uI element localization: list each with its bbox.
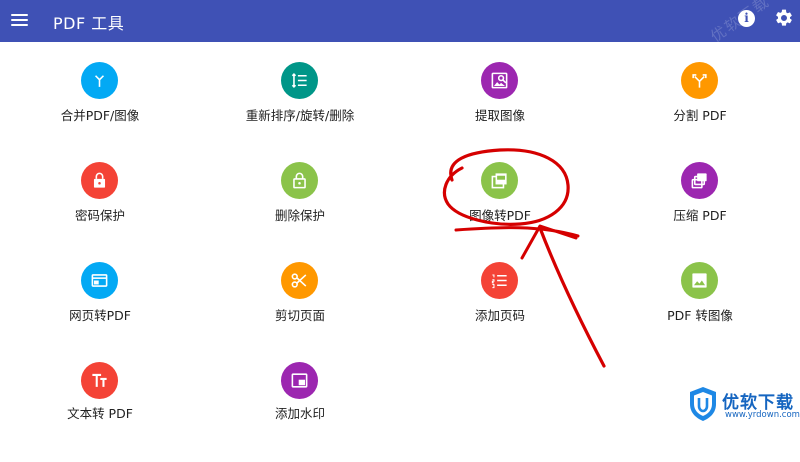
compress-icon (691, 173, 707, 189)
lock-icon (93, 172, 106, 188)
tool-label: 文本转 PDF (67, 406, 133, 421)
tool-label: PDF 转图像 (667, 308, 733, 323)
tool-icon-circle (281, 262, 318, 299)
tool-label: 图像转PDF (469, 208, 531, 223)
split-icon (692, 74, 707, 88)
web-page-icon (91, 274, 108, 287)
tool-reorder-rotate-delete[interactable]: 重新排序/旋转/删除 (200, 62, 400, 162)
scissors-icon (291, 273, 307, 288)
app-bar: PDF 工具 优软下载 i (0, 0, 800, 46)
tool-label: 合并PDF/图像 (60, 108, 140, 123)
tool-icon-circle (81, 162, 118, 199)
extract-image-icon (491, 72, 508, 89)
tool-compress-pdf[interactable]: 压缩 PDF (600, 162, 800, 262)
tool-icon-circle (681, 162, 718, 199)
reorder-icon (291, 73, 307, 88)
menu-icon[interactable] (10, 9, 30, 31)
unlock-icon (293, 172, 306, 189)
merge-icon (94, 75, 105, 87)
tool-icon-circle (281, 62, 318, 99)
tool-add-page-numbers[interactable]: 添加页码 (400, 262, 600, 362)
tool-pdf-to-image[interactable]: PDF 转图像 (600, 262, 800, 362)
tool-remove-protection[interactable]: 删除保护 (200, 162, 400, 262)
tool-web-to-pdf[interactable]: 网页转PDF (0, 262, 200, 362)
tool-label: 删除保护 (274, 208, 325, 223)
text-icon (92, 373, 107, 387)
tool-label: 分割 PDF (673, 108, 727, 123)
watermark-icon (291, 373, 308, 388)
tool-label: 压缩 PDF (673, 208, 727, 223)
tool-icon-circle (481, 162, 518, 199)
tool-icon-circle (481, 62, 518, 99)
tool-label: 重新排序/旋转/删除 (245, 108, 355, 123)
tool-label: 添加水印 (274, 406, 325, 421)
tool-icon-circle (681, 62, 718, 99)
tool-extract-images[interactable]: 提取图像 (400, 62, 600, 162)
tool-cut-pages[interactable]: 剪切页面 (200, 262, 400, 362)
image-icon (692, 273, 707, 288)
tool-icon-circle (481, 262, 518, 299)
tool-password-protect[interactable]: 密码保护 (0, 162, 200, 262)
tool-label: 添加页码 (474, 308, 525, 323)
page-title: PDF 工具 (53, 14, 125, 33)
tool-split-pdf[interactable]: 分割 PDF (600, 62, 800, 162)
tool-label: 网页转PDF (69, 308, 131, 323)
tool-label: 提取图像 (474, 108, 525, 123)
tool-label: 密码保护 (74, 208, 125, 223)
shield-logo-icon (690, 387, 716, 421)
image-to-pdf-icon (491, 173, 507, 189)
tool-label: 剪切页面 (274, 308, 325, 323)
tool-add-watermark[interactable]: 添加水印 (200, 362, 400, 462)
tool-icon-circle (81, 62, 118, 99)
tool-icon-circle (81, 262, 118, 299)
tool-icon-circle (281, 362, 318, 399)
info-icon[interactable]: i (738, 10, 755, 27)
numbered-list-icon (491, 274, 507, 289)
gear-icon[interactable] (774, 8, 794, 28)
watermark-url: www.yrdown.com (725, 410, 800, 420)
site-watermark: 优软下载 www.yrdown.com (688, 386, 800, 426)
tool-icon-circle (281, 162, 318, 199)
tool-text-to-pdf[interactable]: 文本转 PDF (0, 362, 200, 462)
tool-merge-pdf[interactable]: 合并PDF/图像 (0, 62, 200, 162)
tool-icon-circle (81, 362, 118, 399)
tool-icon-circle (681, 262, 718, 299)
tool-image-to-pdf[interactable]: 图像转PDF (400, 162, 600, 262)
